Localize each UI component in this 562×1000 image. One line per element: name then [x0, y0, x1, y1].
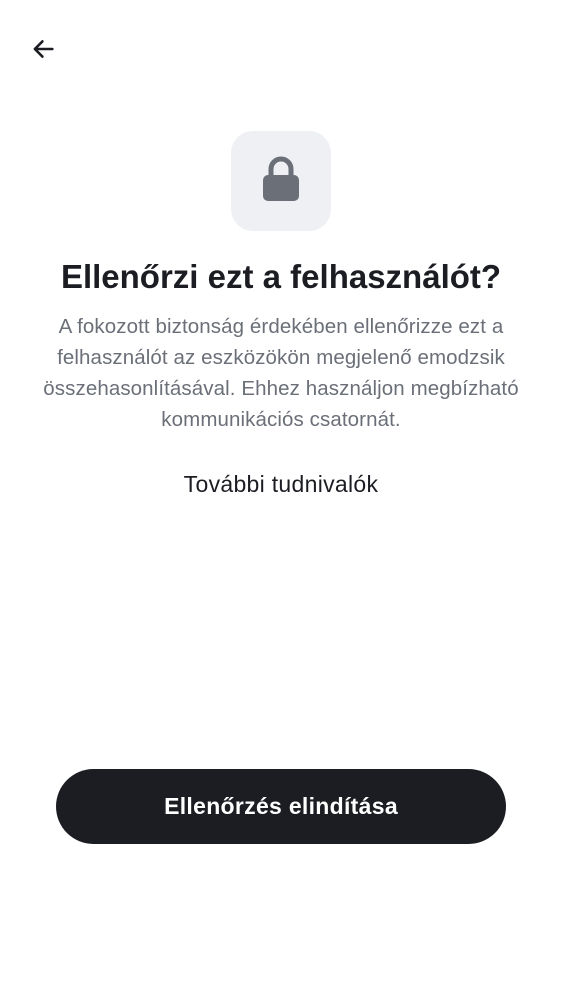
description-text: A fokozott biztonság érdekében ellenőriz… — [43, 315, 519, 431]
arrow-left-icon — [29, 35, 57, 68]
lock-icon — [262, 156, 300, 207]
learn-more-link[interactable]: További tudnivalók — [0, 467, 562, 501]
page-title: Ellenőrzi ezt a felhasználót? — [60, 258, 502, 295]
start-verification-button[interactable]: Ellenőrzés elindítása — [56, 769, 506, 844]
lock-icon-tile — [231, 131, 331, 231]
back-button[interactable] — [22, 30, 64, 72]
